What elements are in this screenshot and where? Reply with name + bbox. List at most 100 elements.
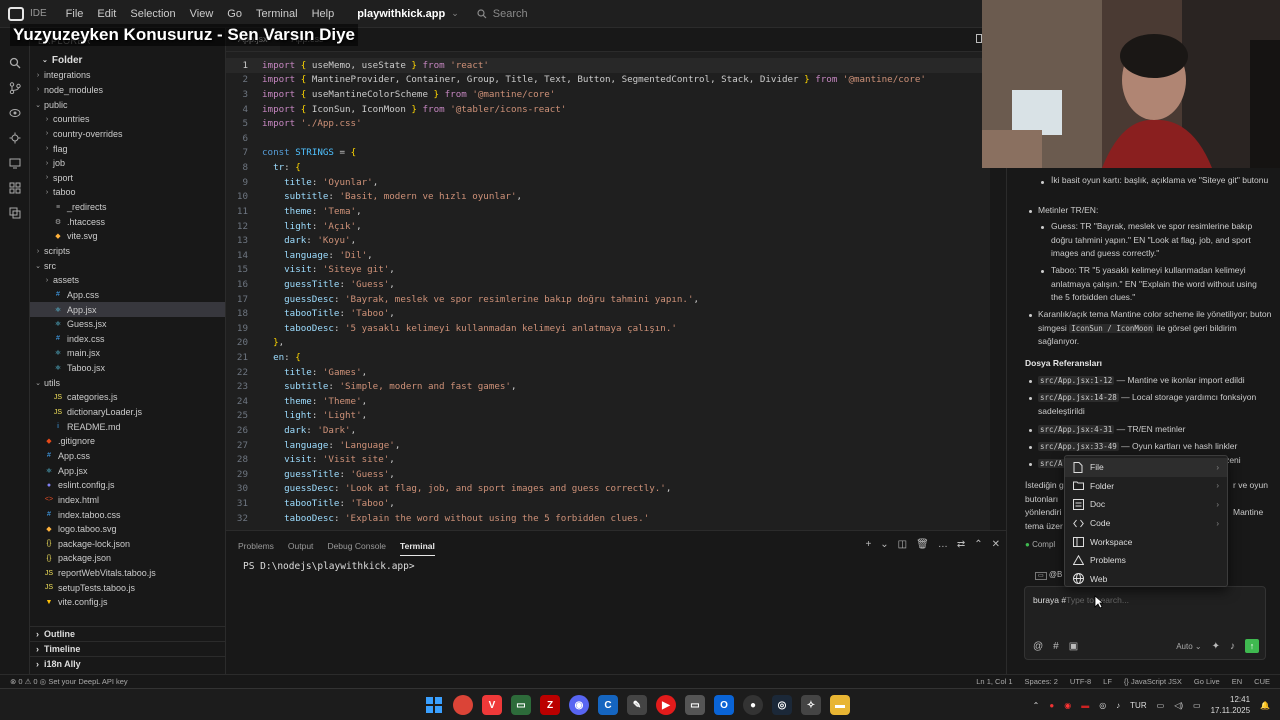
tree-folder[interactable]: › node_modules <box>30 83 225 98</box>
panel-tab-problems[interactable]: Problems <box>238 537 274 555</box>
code-line[interactable]: 22 title: 'Games', <box>226 365 990 380</box>
menu-edit[interactable]: Edit <box>90 8 123 20</box>
tray-app-icon[interactable]: ● <box>1049 701 1054 710</box>
tree-file[interactable]: ⚛ Taboo.jsx <box>30 361 225 376</box>
code-line[interactable]: 28 visit: 'Visit site', <box>226 452 990 467</box>
outline-section[interactable]: › Outline <box>30 626 225 640</box>
record-icon[interactable]: ◉ <box>1064 701 1071 710</box>
status-item[interactable]: Ln 1, Col 1 <box>976 677 1012 686</box>
code-editor[interactable]: 1 import { useMemo, useState } from 'reac… <box>226 52 990 530</box>
split-terminal-icon[interactable]: ◫ <box>898 539 907 550</box>
code-line[interactable]: 10 subtitle: 'Basit, modern ve hızlı oyu… <box>226 189 990 204</box>
translate-icon[interactable] <box>0 200 30 225</box>
context-menu-item-workspace[interactable]: Workspace <box>1065 532 1227 551</box>
volume-icon[interactable]: ◁) <box>1174 701 1183 710</box>
windows-start-icon[interactable] <box>424 695 444 715</box>
add-terminal-icon[interactable]: + <box>865 539 871 550</box>
tree-file[interactable]: {} package-lock.json <box>30 537 225 552</box>
search-box[interactable]: Search <box>477 8 528 20</box>
filezilla-icon[interactable]: Z <box>540 695 560 715</box>
code-line[interactable]: 19 tabooDesc: '5 yasaklı kelimeyi kullan… <box>226 321 990 336</box>
tree-folder[interactable]: › country-overrides <box>30 127 225 142</box>
menu-view[interactable]: View <box>183 8 221 20</box>
code-line[interactable]: 7 const STRINGS = { <box>226 146 990 161</box>
chrome-icon[interactable] <box>453 695 473 715</box>
tree-file[interactable]: # index.taboo.css <box>30 507 225 522</box>
clock[interactable]: 12:41 17.11.2025 <box>1211 694 1250 716</box>
explorer-folder-header[interactable]: ⌄ Folder <box>30 52 225 68</box>
chevron-down-icon[interactable]: ⌄ <box>880 539 888 550</box>
tray-lang[interactable]: TUR <box>1130 701 1146 710</box>
code-line[interactable]: 23 subtitle: 'Simple, modern and fast ga… <box>226 379 990 394</box>
extensions-icon[interactable] <box>0 125 30 150</box>
code-line[interactable]: 24 theme: 'Theme', <box>226 394 990 409</box>
terminal-prompt[interactable]: PS D:\nodejs\playwithkick.app> <box>243 561 415 572</box>
source-control-icon[interactable] <box>0 75 30 100</box>
file-explorer-icon[interactable]: ▬ <box>830 695 850 715</box>
code-line[interactable]: 4 import { IconSun, IconMoon } from '@tab… <box>226 102 990 117</box>
status-left[interactable]: ⊗ 0 ⚠ 0 ◎ Set your DeepL API key <box>10 677 128 686</box>
code-line[interactable]: 27 language: 'Language', <box>226 438 990 453</box>
tree-folder[interactable]: ⌄ utils <box>30 375 225 390</box>
tree-file[interactable]: i README.md <box>30 419 225 434</box>
tree-file[interactable]: JS categories.js <box>30 390 225 405</box>
tree-file[interactable]: # index.css <box>30 332 225 347</box>
tree-folder[interactable]: ⌄ public <box>30 97 225 112</box>
tree-file[interactable]: ⚛ main.jsx <box>30 346 225 361</box>
code-line[interactable]: 9 title: 'Oyunlar', <box>226 175 990 190</box>
steam-icon[interactable]: ◎ <box>772 695 792 715</box>
tree-folder[interactable]: › integrations <box>30 68 225 83</box>
tray-up-icon[interactable]: ⌃ <box>1033 701 1040 710</box>
image-icon[interactable]: ▣ <box>1069 641 1078 652</box>
context-chip[interactable]: ▭ @B <box>1035 568 1062 584</box>
status-item[interactable]: Go Live <box>1194 677 1220 686</box>
close-icon[interactable]: ✕ <box>992 539 1000 550</box>
tree-file[interactable]: ≡ _redirects <box>30 200 225 215</box>
extensions-grid-icon[interactable] <box>0 175 30 200</box>
code-line[interactable]: 15 visit: 'Siteye git', <box>226 263 990 278</box>
status-item[interactable]: Spaces: 2 <box>1025 677 1058 686</box>
i18n-ally-section[interactable]: › i18n Ally <box>30 656 225 670</box>
code-line[interactable]: 13 dark: 'Koyu', <box>226 233 990 248</box>
tree-file[interactable]: ◆ .gitignore <box>30 434 225 449</box>
chat-input[interactable]: buraya #Type to search... @ # ▣ Auto ⌄ ✦… <box>1024 586 1266 660</box>
status-item[interactable]: UTF-8 <box>1070 677 1091 686</box>
context-menu-item-web[interactable]: Web <box>1065 570 1227 589</box>
hash-icon[interactable]: # <box>1053 641 1059 652</box>
tree-file[interactable]: ⚛ App.jsx <box>30 463 225 478</box>
tree-file[interactable]: JS setupTests.taboo.js <box>30 580 225 595</box>
status-item[interactable]: CUE <box>1254 677 1270 686</box>
context-menu-item-problems[interactable]: Problems <box>1065 551 1227 570</box>
menu-go[interactable]: Go <box>220 8 249 20</box>
more-icon[interactable]: … <box>938 539 948 550</box>
network-icon[interactable]: ▭ <box>1157 701 1165 710</box>
code-line[interactable]: 20 }, <box>226 336 990 351</box>
code-line[interactable]: 2 import { MantineProvider, Container, Gr… <box>226 73 990 88</box>
menu-terminal[interactable]: Terminal <box>249 8 305 20</box>
code-line[interactable]: 25 light: 'Light', <box>226 409 990 424</box>
tree-folder[interactable]: › taboo <box>30 185 225 200</box>
file-reference[interactable]: src/App.jsx:4-31 — TR/EN metinler <box>1038 423 1273 437</box>
tray-flag-icon[interactable]: ▬ <box>1081 701 1089 710</box>
notifications-icon[interactable]: 🔔 <box>1260 701 1270 710</box>
context-menu-item-folder[interactable]: Folder › <box>1065 477 1227 496</box>
tray-steam-icon[interactable]: ◎ <box>1099 701 1106 710</box>
panel-tab-terminal[interactable]: Terminal <box>400 537 435 556</box>
code-line[interactable]: 11 theme: 'Tema', <box>226 204 990 219</box>
tree-folder[interactable]: › sport <box>30 170 225 185</box>
tree-file[interactable]: ◆ vite.svg <box>30 229 225 244</box>
code-line[interactable]: 21 en: { <box>226 350 990 365</box>
status-item[interactable]: LF <box>1103 677 1112 686</box>
github-icon[interactable]: ● <box>743 695 763 715</box>
code-line[interactable]: 5 import './App.css' <box>226 116 990 131</box>
trash-icon[interactable]: 🗑 <box>916 539 929 550</box>
tree-file[interactable]: ⚙ .htaccess <box>30 214 225 229</box>
maximize-icon[interactable]: ⌃ <box>974 539 982 550</box>
context-menu-item-file[interactable]: File › <box>1065 458 1227 477</box>
mention-icon[interactable]: @ <box>1033 641 1043 652</box>
discord-icon[interactable]: ◉ <box>569 695 589 715</box>
tree-folder[interactable]: › countries <box>30 112 225 127</box>
code-line[interactable]: 31 tabooTitle: 'Taboo', <box>226 496 990 511</box>
window-icon[interactable]: ▭ <box>685 695 705 715</box>
send-button[interactable]: ↑ <box>1245 639 1259 653</box>
